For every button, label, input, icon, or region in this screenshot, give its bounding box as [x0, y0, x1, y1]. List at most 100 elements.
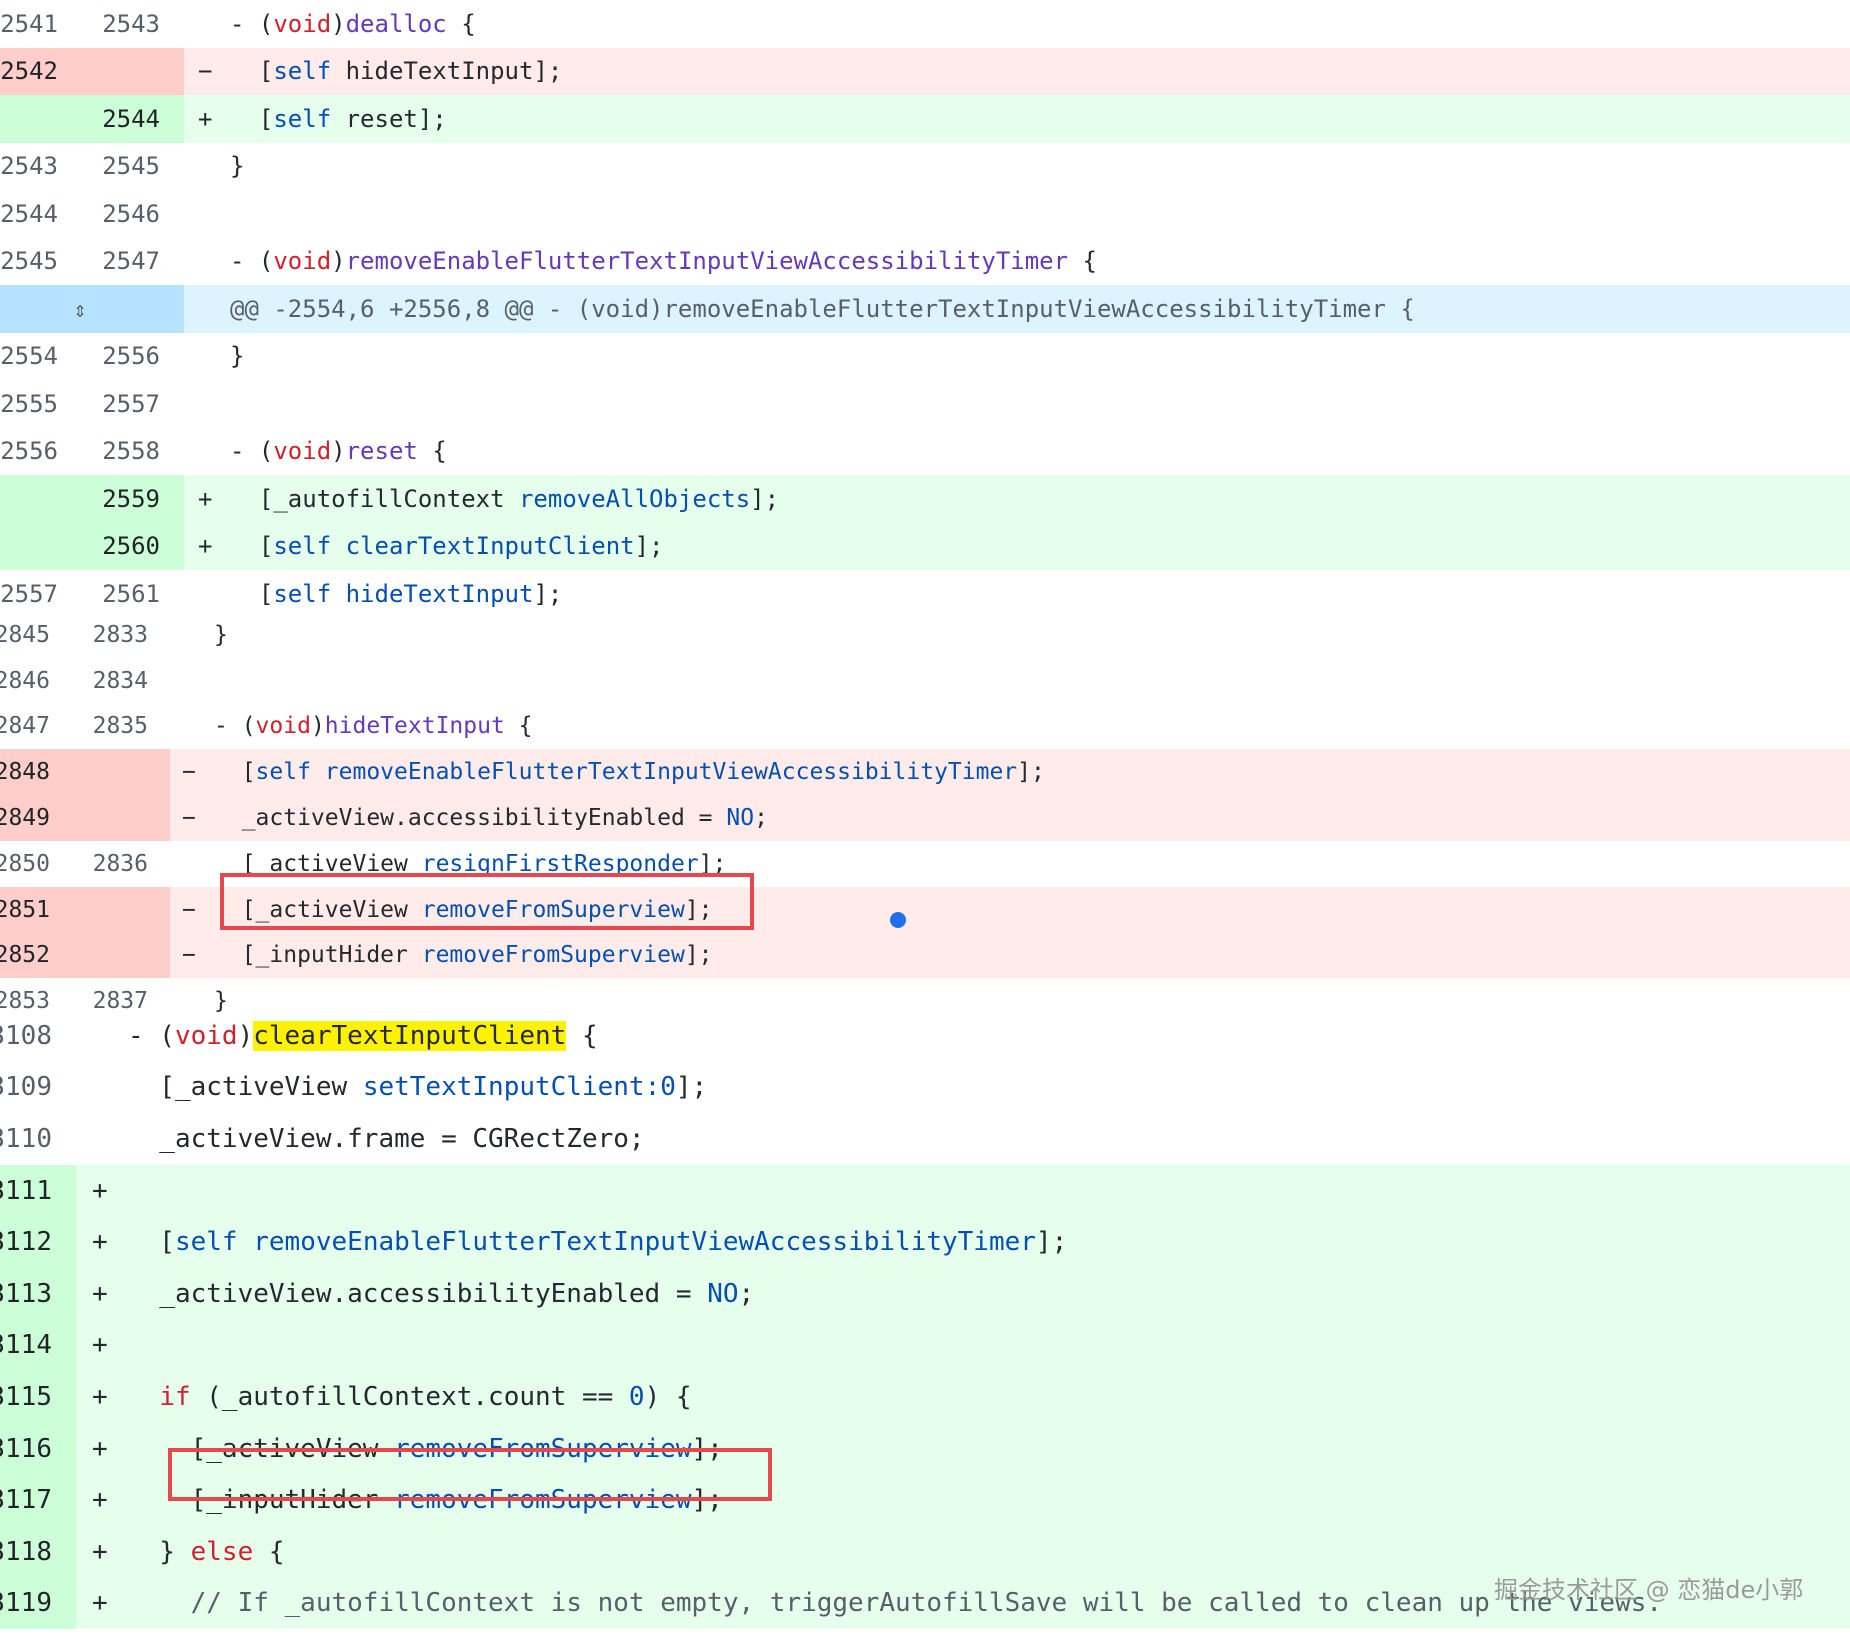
code-token: )	[331, 9, 346, 38]
diff-line-add: 3115 + if (_autofillContext.count == 0) {	[0, 1371, 1850, 1423]
code-token: dealloc	[345, 9, 447, 38]
code-token: - (	[128, 1020, 175, 1051]
diff-line-add: 2544 + [self reset];	[0, 95, 1850, 143]
diff-line-ctx: 3110 _activeView.frame = CGRectZero;	[0, 1113, 1850, 1165]
code-token: {	[417, 437, 447, 466]
new-line-number	[80, 933, 148, 979]
code-token: _activeView.accessibilityEnabled =	[128, 1278, 708, 1309]
code-text: [self removeEnableFlutterTextInputViewAc…	[128, 1216, 1067, 1268]
code-token: self	[273, 104, 332, 133]
code-token: {	[446, 9, 476, 38]
diff-marker: +	[198, 104, 213, 133]
code-token: reset];	[331, 104, 447, 133]
old-line-number: 3111	[0, 1175, 52, 1206]
code-token: ];	[533, 579, 563, 608]
old-line-number: 3115	[0, 1381, 52, 1412]
old-line-number: 2848	[0, 759, 50, 786]
old-line-number: 3110	[0, 1123, 52, 1154]
old-line-number: 3109	[0, 1072, 52, 1103]
code-token: self	[273, 57, 332, 86]
old-line-number: 2850	[0, 850, 50, 877]
old-line-number: 2555	[0, 389, 58, 418]
code-token: removeFromSuperview	[421, 942, 685, 969]
old-line-number: 3108	[0, 1020, 52, 1051]
code-token: self	[174, 1227, 238, 1258]
diff-line-add: 2559 + [_autofillContext removeAllObjects…	[0, 475, 1850, 523]
old-line-number: 2845	[0, 621, 50, 648]
code-token: setTextInputClient:	[362, 1072, 661, 1103]
code-token: [	[214, 759, 256, 786]
code-text: @@ -2554,6 +2556,8 @@ - (void)removeEnab…	[230, 285, 1415, 333]
code-token: )	[331, 437, 346, 466]
code-token: [	[230, 104, 274, 133]
code-token: }	[230, 152, 245, 181]
code-token: removeEnableFlutterTextInputViewAccessib…	[253, 1227, 1036, 1258]
code-text: [_autofillContext removeAllObjects];	[230, 475, 779, 523]
code-token: ];	[634, 532, 664, 561]
diff-marker: +	[198, 484, 213, 513]
code-token: [	[230, 579, 274, 608]
code-token: {	[253, 1536, 285, 1567]
old-line-number: 2846	[0, 667, 50, 694]
code-text: [self reset];	[230, 95, 447, 143]
old-line-number	[0, 523, 58, 571]
diff-line-del: 2849 − _activeView.accessibilityEnabled =…	[0, 795, 1850, 841]
code-token: self	[273, 532, 332, 561]
diff-marker: +	[92, 1381, 108, 1412]
code-text: [_activeView setTextInputClient: 0];	[128, 1062, 707, 1114]
old-line-number: 3112	[0, 1227, 52, 1258]
code-token: hideTextInput	[345, 579, 534, 608]
code-token: )	[331, 247, 346, 276]
diff-marker: +	[92, 1588, 108, 1619]
code-token: }	[128, 1536, 191, 1567]
code-token: [_autofillContext	[230, 484, 519, 513]
diff-marker: +	[92, 1278, 108, 1309]
diff-line-ctx: 2847 2835 - (void) hideTextInput {	[0, 704, 1850, 750]
diff-line-del: 2852 − [_inputHider removeFromSuperview];	[0, 932, 1850, 979]
old-line-number: 2556	[0, 437, 58, 466]
code-text: _activeView.accessibilityEnabled = NO;	[214, 795, 768, 841]
new-line-number: 2559	[102, 484, 160, 513]
old-line-number: 3117	[0, 1485, 52, 1516]
diff-line-del: 2848 − [self removeEnableFlutterTextInput…	[0, 749, 1850, 796]
watermark: 掘金技术社区 @ 恋猫de小郭	[1494, 1576, 1804, 1604]
code-text: - (void) clearTextInputClient {	[128, 1010, 598, 1062]
diff-marker: +	[92, 1330, 108, 1361]
code-token: hideTextInput];	[331, 57, 563, 86]
old-line-number: 2851	[0, 896, 50, 923]
code-token: ];	[750, 484, 780, 513]
code-token: ];	[1017, 759, 1045, 786]
diff-line-hunk: ⇕ @@ -2554,6 +2556,8 @@ - (void)removeEna…	[0, 285, 1850, 333]
code-text: - (void) reset {	[230, 428, 447, 476]
code-token: ];	[684, 942, 713, 969]
diff-marker: −	[182, 759, 196, 786]
code-text: }	[230, 143, 244, 191]
code-token: clearTextInputClient	[345, 532, 635, 561]
code-token: void	[273, 247, 332, 276]
diff-line-ctx: 2555 2557	[0, 380, 1850, 428]
cursor-dot	[890, 912, 906, 928]
new-line-number: 2557	[102, 389, 160, 418]
code-token: else	[190, 1536, 254, 1567]
code-token: ];	[1035, 1227, 1068, 1258]
code-token: void	[174, 1020, 238, 1051]
old-line-number: 2554	[0, 342, 58, 371]
diff-line-ctx: 2846 2834	[0, 658, 1850, 704]
diff-marker: −	[182, 805, 196, 832]
code-text: _activeView.accessibilityEnabled = NO;	[128, 1268, 754, 1320]
code-text: [self clearTextInputClient];	[230, 523, 664, 571]
diff-line-ctx: 2544 2546	[0, 190, 1850, 238]
code-token: _activeView.frame = CGRectZero;	[128, 1123, 645, 1154]
unfold-icon[interactable]: ⇕	[66, 297, 94, 323]
new-line-number: 2836	[92, 850, 148, 877]
old-line-number: 2543	[0, 152, 58, 181]
code-token: - (	[214, 713, 256, 740]
diff-line-add: 3111 +	[0, 1164, 1850, 1217]
code-token: removeAllObjects	[518, 484, 751, 513]
old-line-number: 3118	[0, 1536, 52, 1567]
old-line-number: 2849	[0, 805, 50, 832]
new-line-number: 2558	[102, 437, 160, 466]
